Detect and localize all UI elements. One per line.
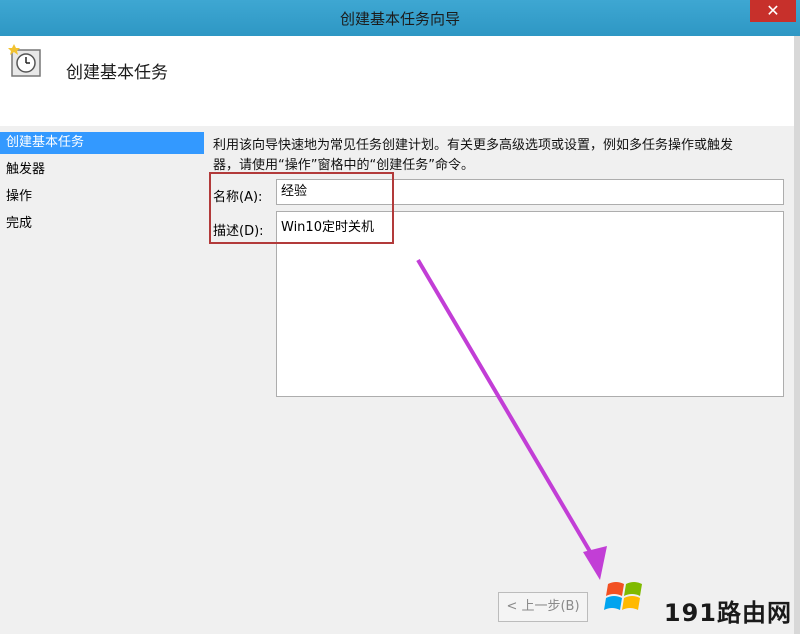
- watermark: 191路由网: [663, 599, 792, 627]
- annotation-arrow: [416, 258, 607, 580]
- windows-logo-icon: [604, 582, 642, 610]
